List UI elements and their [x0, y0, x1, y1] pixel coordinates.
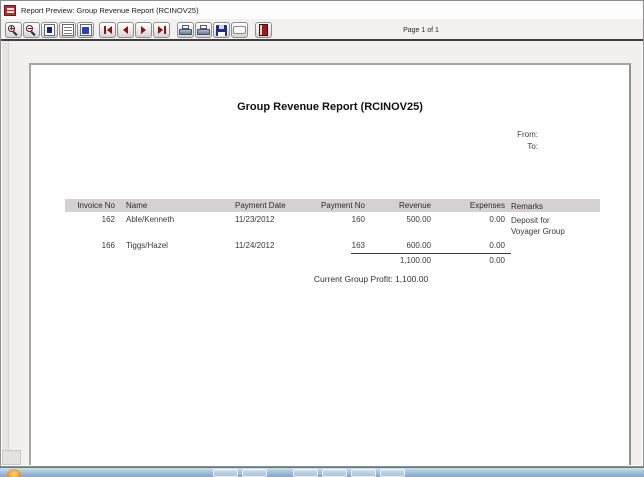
first-page-icon — [103, 26, 112, 34]
table-row: 162 Able/Kenneth 11/23/2012 160 500.00 0… — [31, 215, 629, 236]
window-title: Report Preview: Group Revenue Report (RC… — [21, 5, 199, 15]
start-button-orb-icon[interactable] — [7, 469, 21, 477]
table-header-row: Invoice No Name Payment Date Payment No … — [31, 201, 629, 213]
taskbar-button[interactable] — [293, 469, 318, 477]
total-expenses: 0.00 — [489, 256, 505, 265]
taskbar-button[interactable] — [351, 469, 376, 477]
page-indicator: Page 1 of 1 — [403, 27, 439, 34]
export-icon — [233, 26, 246, 34]
col-header-invoice-no: Invoice No — [77, 201, 115, 210]
previous-page-button[interactable] — [117, 22, 134, 38]
cell-payment-no: 163 — [351, 241, 365, 250]
save-icon — [216, 24, 227, 36]
report-page: Group Revenue Report (RCINOV25) From: To… — [29, 63, 631, 465]
whole-page-view-button[interactable] — [41, 22, 58, 38]
titlebar: Report Preview: Group Revenue Report (RC… — [1, 1, 643, 19]
printer-setup-button[interactable] — [177, 22, 194, 38]
cell-expenses: 0.00 — [489, 215, 505, 224]
scroll-corner — [2, 450, 21, 465]
multi-page-view-button[interactable] — [77, 22, 94, 38]
app-icon — [4, 4, 16, 16]
page-width-view-button[interactable] — [59, 22, 76, 38]
cell-revenue: 500.00 — [406, 215, 431, 224]
next-page-icon — [141, 26, 146, 34]
totals-row: 1,100.00 0.00 — [31, 256, 629, 268]
preview-area: Group Revenue Report (RCINOV25) From: To… — [2, 41, 642, 465]
cell-payment-no: 160 — [351, 215, 365, 224]
taskbar-button[interactable] — [242, 469, 267, 477]
report-preview-window: Report Preview: Group Revenue Report (RC… — [0, 0, 644, 467]
table-row: 166 Tiggs/Hazel 11/24/2012 163 600.00 0.… — [31, 241, 629, 253]
taskbar-button[interactable] — [322, 469, 347, 477]
cell-invoice-no: 162 — [101, 215, 115, 224]
col-header-remarks: Remarks — [511, 202, 544, 211]
page-width-icon — [61, 24, 74, 36]
close-preview-button[interactable] — [255, 22, 272, 38]
exit-door-icon — [259, 24, 268, 36]
previous-page-icon — [123, 26, 128, 34]
preview-left-strip — [2, 41, 9, 465]
zoom-out-icon — [26, 24, 37, 36]
taskbar-buttons — [213, 469, 409, 477]
taskbar-button[interactable] — [213, 469, 238, 477]
from-label: From: — [517, 130, 538, 139]
group-profit-line: Current Group Profit: 1,100.00 — [313, 274, 429, 284]
cell-expenses: 0.00 — [489, 241, 505, 250]
multi-page-icon — [79, 24, 92, 36]
totals-rule — [351, 253, 511, 254]
last-page-button[interactable] — [153, 22, 170, 38]
zoom-in-button[interactable] — [5, 22, 22, 38]
zoom-out-button[interactable] — [23, 22, 40, 38]
col-header-expenses: Expenses — [469, 201, 505, 210]
col-header-revenue: Revenue — [398, 201, 431, 210]
report-title: Group Revenue Report (RCINOV25) — [237, 101, 423, 113]
cell-revenue: 600.00 — [406, 241, 431, 250]
save-button[interactable] — [213, 22, 230, 38]
last-page-icon — [157, 26, 166, 34]
cell-name: Able/Kenneth — [126, 215, 175, 224]
print-button[interactable] — [195, 22, 212, 38]
windows-taskbar — [0, 467, 644, 477]
cell-name: Tiggs/Hazel — [126, 241, 168, 250]
taskbar-button[interactable] — [380, 469, 405, 477]
col-header-payment-no: Payment No — [320, 201, 365, 210]
export-button[interactable] — [231, 22, 248, 38]
to-label: To: — [527, 142, 538, 151]
zoom-in-icon — [8, 24, 19, 36]
toolbar: Page 1 of 1 — [1, 19, 643, 41]
cell-remarks: Deposit for Voyager Group — [511, 216, 565, 236]
next-page-button[interactable] — [135, 22, 152, 38]
col-header-name: Name — [126, 201, 148, 210]
printer-setup-icon — [179, 25, 192, 35]
total-revenue: 1,100.00 — [399, 256, 431, 265]
cell-invoice-no: 166 — [101, 241, 115, 250]
print-icon — [197, 25, 210, 35]
first-page-button[interactable] — [99, 22, 116, 38]
whole-page-icon — [44, 24, 55, 36]
